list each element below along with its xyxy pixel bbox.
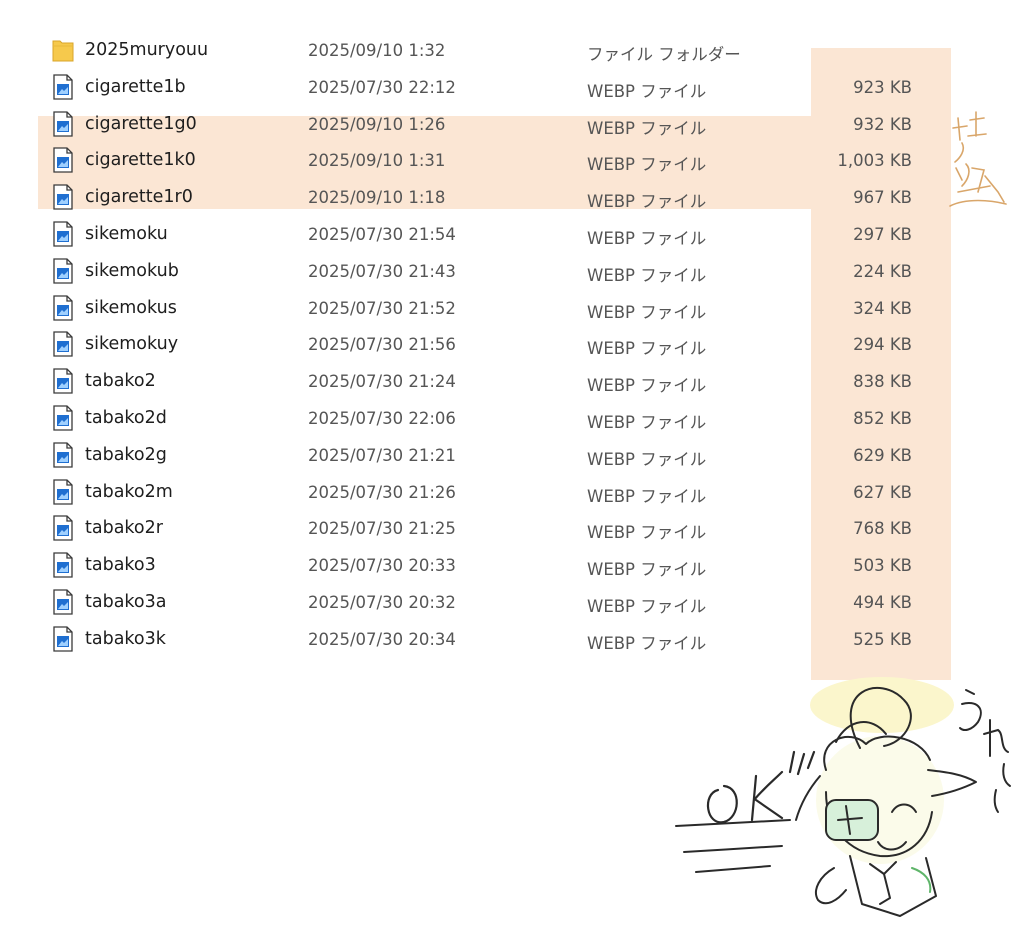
- happy-annotation: [959, 689, 1011, 813]
- speed-lines: [675, 819, 791, 873]
- character-doodle: [795, 677, 977, 917]
- handdrawn-doodle: [675, 111, 1011, 917]
- side-note-annotation: [949, 111, 1007, 207]
